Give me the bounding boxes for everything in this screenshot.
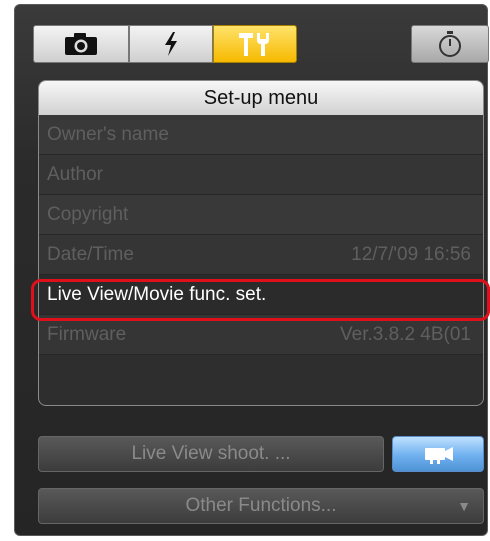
setup-menu: Set-up menu Owner's name Author Copyrigh… (38, 80, 484, 406)
movie-mode-button[interactable] (392, 436, 484, 472)
tab-setup[interactable] (213, 25, 297, 63)
menu-item-firmware[interactable]: Firmware Ver.3.8.2 4B(01 (39, 315, 483, 355)
wrench-icon (239, 33, 269, 56)
menu-item-label: Copyright (47, 204, 129, 225)
menu-item-label: Owner's name (47, 124, 169, 145)
menu-item-date-time[interactable]: Date/Time 12/7/'09 16:56 (39, 235, 483, 275)
dropdown-arrow-icon: ▼ (457, 498, 471, 514)
movie-camera-icon (425, 447, 453, 464)
stopwatch-icon (439, 31, 461, 57)
menu-item-author[interactable]: Author (39, 155, 483, 195)
tab-shooting[interactable] (33, 25, 129, 63)
menu-item-live-view-movie[interactable]: Live View/Movie func. set. (39, 275, 483, 315)
menu-item-label: Date/Time (47, 244, 134, 265)
flash-icon (165, 32, 177, 56)
menu-item-copyright[interactable]: Copyright (39, 195, 483, 235)
camera-icon (65, 33, 97, 55)
menu-title: Set-up menu (39, 81, 483, 115)
menu-item-owners-name[interactable]: Owner's name (39, 115, 483, 155)
tab-flash[interactable] (129, 25, 213, 63)
menu-item-label: Author (47, 164, 103, 185)
date-time-value: 12/7/'09 16:56 (351, 244, 471, 265)
tab-timer[interactable] (411, 25, 489, 63)
other-functions-label: Other Functions... (185, 495, 337, 516)
live-view-shoot-button[interactable]: Live View shoot. ... (38, 436, 384, 472)
menu-item-label: Firmware (47, 324, 127, 345)
menu-item-label: Live View/Movie func. set. (47, 284, 267, 305)
firmware-version-value: Ver.3.8.2 4B(01 (340, 324, 471, 345)
other-functions-dropdown[interactable]: Other Functions... ▼ (38, 488, 484, 524)
